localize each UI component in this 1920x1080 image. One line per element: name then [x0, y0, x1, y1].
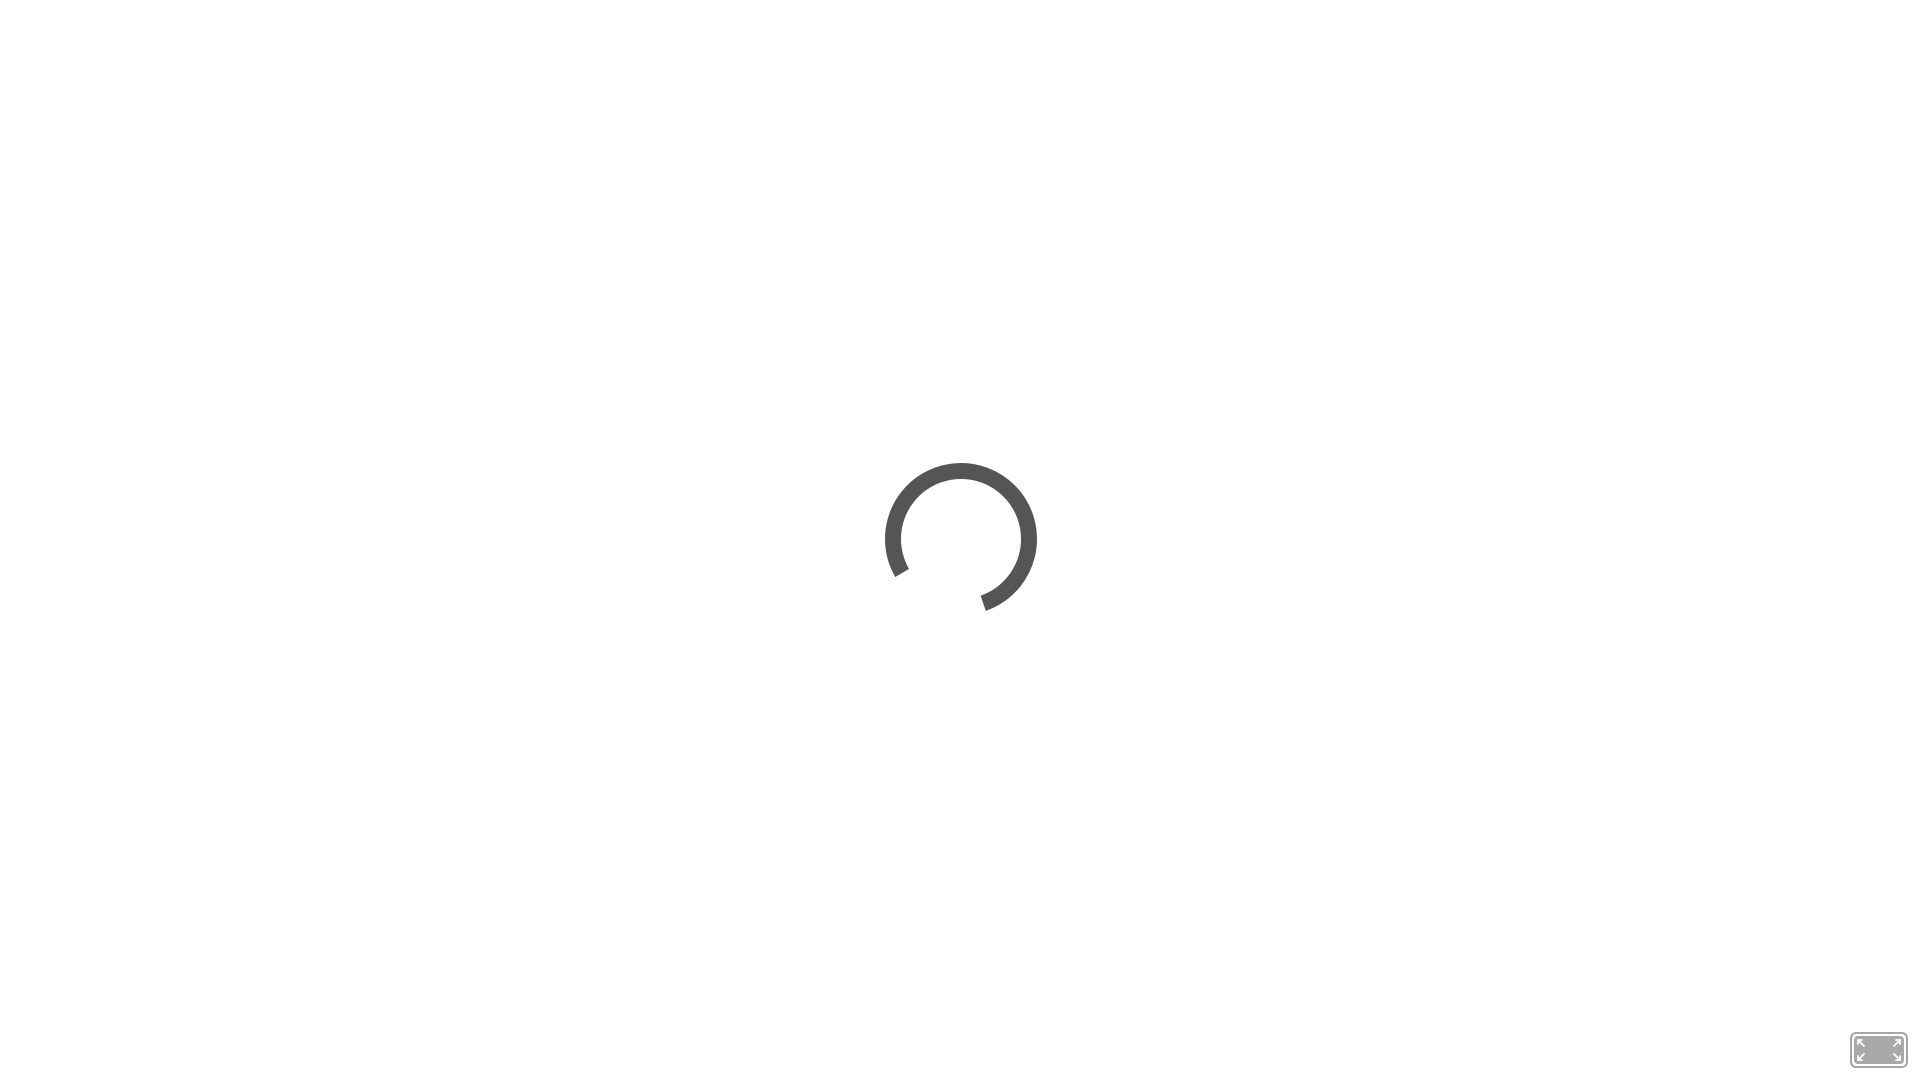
loading-screen — [0, 0, 1920, 1080]
expand-arrows-icon — [1857, 1039, 1901, 1061]
fullscreen-button-face — [1854, 1036, 1904, 1064]
fullscreen-button[interactable] — [1850, 1032, 1908, 1068]
loading-spinner-icon — [885, 463, 1037, 616]
loading-spinner — [881, 459, 1041, 619]
